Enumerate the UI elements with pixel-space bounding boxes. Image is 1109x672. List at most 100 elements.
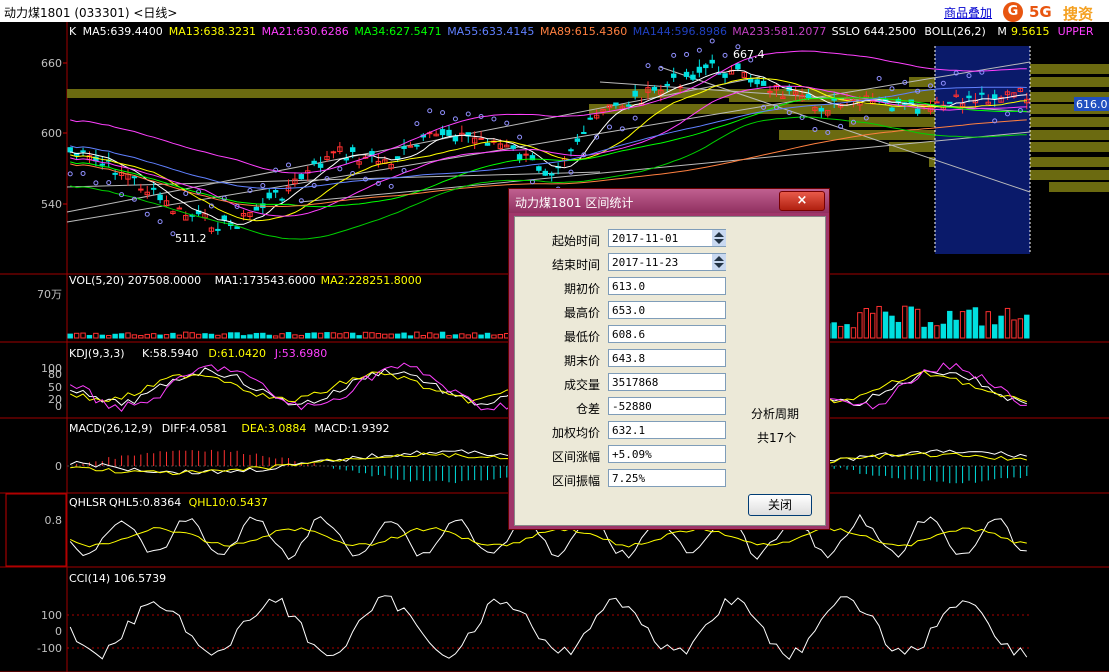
- candle-body: [767, 90, 773, 93]
- current-price-label: 616.0: [1076, 98, 1108, 111]
- volume-bar: [215, 334, 221, 339]
- volume-bar: [484, 332, 491, 339]
- volume-bar: [67, 333, 73, 339]
- volume-bar: [857, 312, 863, 339]
- volume-bar: [882, 311, 889, 339]
- volume-bar: [138, 335, 144, 339]
- volume-bar: [433, 333, 439, 339]
- candle-body: [401, 146, 407, 149]
- volume-bar: [921, 326, 927, 339]
- volume-bar: [253, 332, 260, 339]
- volume-bar: [317, 332, 324, 339]
- spin-up-icon[interactable]: [714, 232, 724, 237]
- candle-body: [478, 137, 484, 140]
- candle-body: [523, 153, 529, 156]
- volume-bar: [934, 325, 940, 339]
- sar-dot: [67, 171, 73, 177]
- field-row: 成交量 3517868: [515, 373, 825, 393]
- volume-bar: [285, 332, 292, 339]
- volume-bar: [106, 335, 112, 339]
- field-value[interactable]: 632.1: [608, 421, 726, 439]
- candle-body: [722, 73, 728, 78]
- qhlsr-legend-item: QHL5:0.8364: [109, 496, 181, 509]
- field-value[interactable]: 608.6: [608, 325, 726, 343]
- field-label: 期末价: [563, 354, 600, 368]
- candle-body: [311, 160, 317, 165]
- volume-bar: [298, 334, 305, 339]
- candle-body: [818, 107, 825, 112]
- overlay-link[interactable]: 商品叠加: [944, 4, 992, 21]
- volume-bar: [189, 332, 195, 339]
- price-legend-item: MA89:615.4360: [540, 25, 627, 38]
- candle-body: [979, 92, 985, 95]
- candle-body: [613, 102, 619, 106]
- interval-highlight: [935, 46, 1030, 254]
- volume-bar: [112, 333, 118, 339]
- sar-dot: [388, 183, 394, 189]
- volume-bar: [844, 324, 850, 339]
- candle-body: [150, 187, 157, 190]
- volume-bar: [382, 333, 388, 339]
- cci-line: [69, 595, 1028, 660]
- field-value[interactable]: 3517868: [608, 373, 726, 391]
- field-value[interactable]: -52880: [608, 397, 726, 415]
- candle-body: [735, 63, 741, 70]
- candle-body: [947, 101, 953, 104]
- volume-bar: [478, 334, 484, 339]
- volume-bar: [118, 333, 125, 339]
- candle-body: [221, 215, 228, 221]
- sar-dot: [440, 110, 446, 116]
- sar-dot: [632, 115, 638, 121]
- volume-bar: [889, 315, 895, 339]
- spin-up-icon[interactable]: [714, 256, 724, 261]
- volume-bar: [337, 333, 343, 339]
- candle-body: [574, 138, 581, 142]
- volume-bar: [991, 324, 998, 339]
- field-label: 最高价: [563, 306, 600, 320]
- field-value[interactable]: 653.0: [608, 301, 726, 319]
- candle-body: [709, 59, 715, 64]
- sar-dot: [684, 51, 690, 57]
- volume-bar: [80, 332, 86, 339]
- volume-bar: [902, 305, 908, 339]
- field-value[interactable]: 2017-11-01: [608, 229, 726, 247]
- price-legend-item: UPPER: [1058, 25, 1094, 38]
- close-button[interactable]: 关闭: [748, 494, 812, 516]
- candle-body: [626, 104, 632, 107]
- field-value[interactable]: 7.25%: [608, 469, 726, 487]
- dialog-close-icon[interactable]: ×: [779, 191, 825, 211]
- field-value[interactable]: 613.0: [608, 277, 726, 295]
- candle-body: [536, 166, 542, 171]
- spin-down-icon[interactable]: [714, 263, 724, 268]
- price-legend-item: MA5:639.4400: [83, 25, 163, 38]
- sar-dot: [606, 124, 612, 130]
- candle-body: [754, 79, 760, 85]
- sar-dot: [722, 52, 728, 58]
- field-value[interactable]: 643.8: [608, 349, 726, 367]
- spin-down-icon[interactable]: [714, 239, 724, 244]
- volume-bar: [292, 334, 298, 339]
- candle-body: [934, 101, 940, 104]
- field-row: 期初价 613.0: [515, 277, 825, 297]
- candle-body: [67, 147, 73, 153]
- volume-profile-bar: [589, 104, 1109, 114]
- volume-bar: [427, 332, 433, 339]
- candle-body: [330, 151, 337, 154]
- qhlsr-legend-item: QHL10:0.5437: [189, 496, 268, 509]
- field-value[interactable]: 2017-11-23: [608, 253, 726, 271]
- volume-bar: [394, 333, 401, 339]
- high-annotation: 667.4: [733, 48, 765, 61]
- candle-body: [991, 94, 998, 100]
- date-spinner-icon[interactable]: [712, 254, 726, 270]
- date-spinner-icon[interactable]: [712, 230, 726, 246]
- logo-text-1: 5G: [1029, 3, 1052, 21]
- candle-body: [805, 93, 812, 99]
- candle-body: [664, 83, 670, 86]
- field-value[interactable]: +5.09%: [608, 445, 726, 463]
- dialog-header[interactable]: 动力煤1801 区间统计 ×: [509, 189, 829, 213]
- candle-body: [889, 107, 895, 112]
- volume-bar: [870, 312, 876, 339]
- volume-bar: [985, 311, 991, 339]
- volume-bar: [401, 332, 407, 339]
- field-row: 区间振幅 7.25%: [515, 469, 825, 489]
